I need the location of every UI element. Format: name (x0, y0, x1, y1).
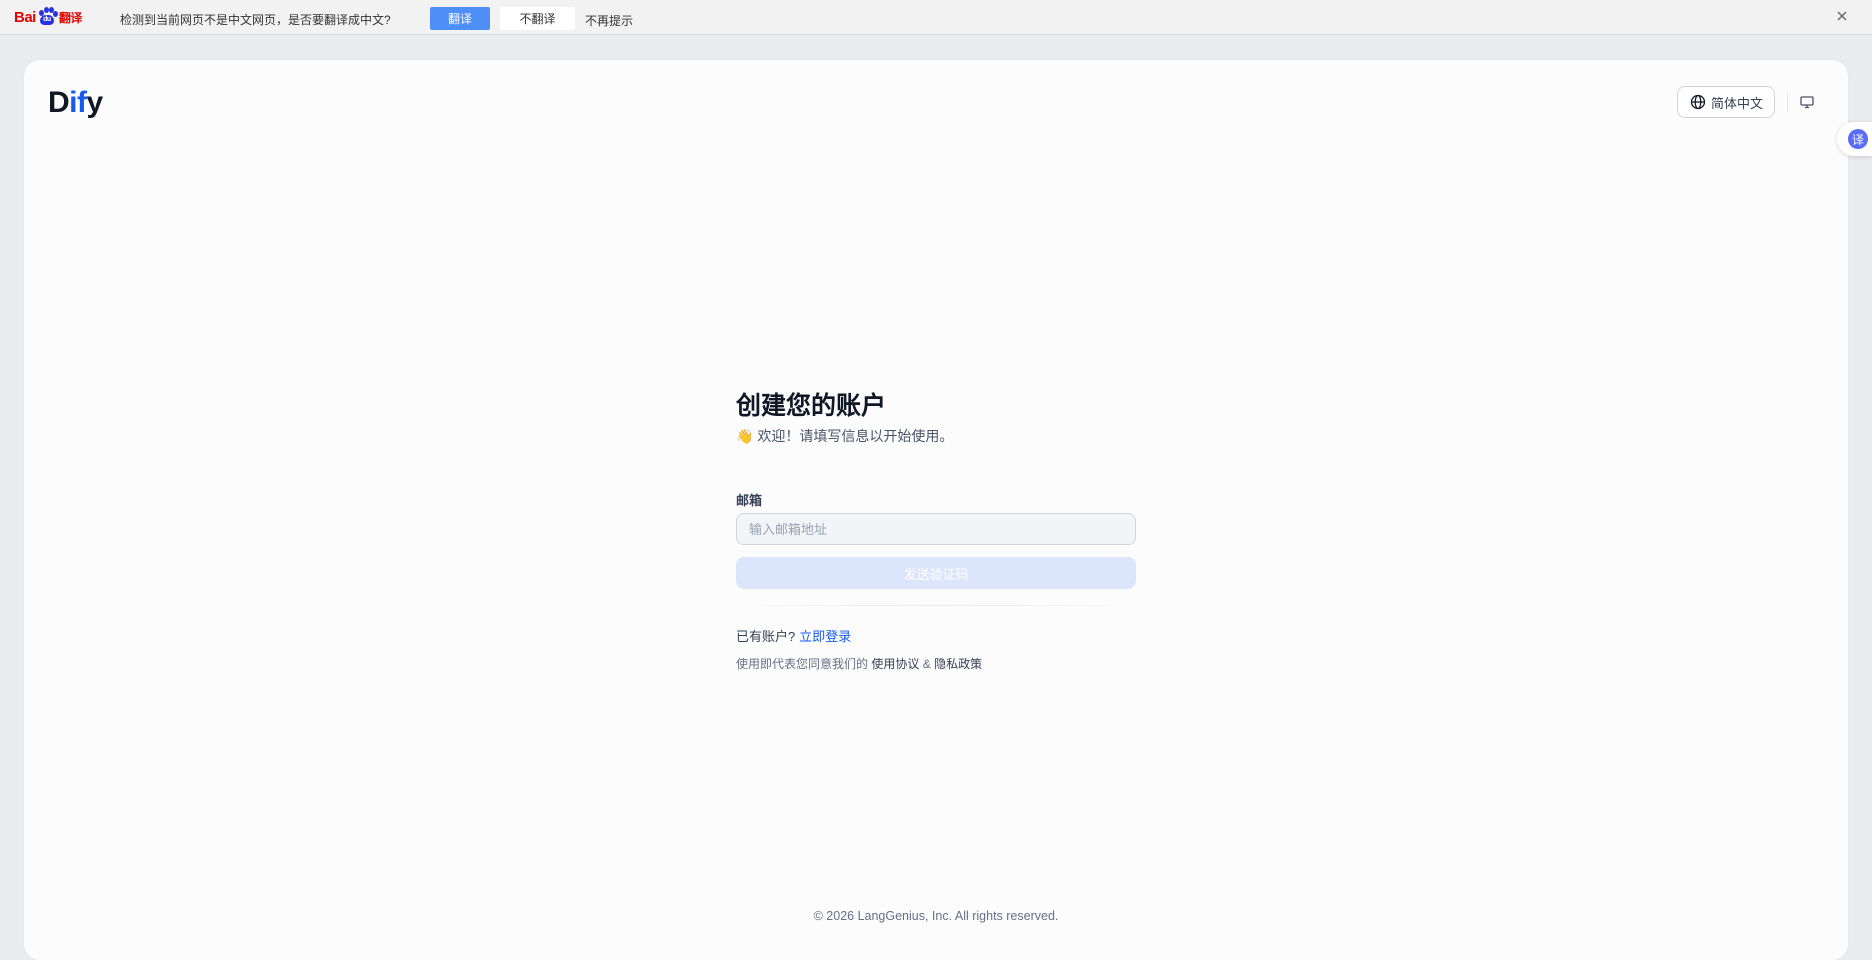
subtitle-text: 欢迎！请填写信息以开始使用。 (757, 428, 954, 444)
terms-notice: 使用即代表您同意我们的 使用协议 & 隐私政策 (736, 655, 982, 672)
monitor-icon[interactable] (1799, 94, 1815, 110)
logo-du-text: du (43, 16, 51, 23)
have-account-row: 已有账户? 立即登录 (736, 626, 851, 645)
page-title: 创建您的账户 (736, 392, 887, 420)
brand-if: if (69, 86, 87, 119)
have-account-text: 已有账户? (736, 629, 796, 644)
brand-y: y (86, 86, 104, 119)
logo-bai-text: Bai (14, 8, 36, 26)
brand-d: D (48, 86, 70, 119)
translate-side-widget[interactable]: 译 (1837, 122, 1872, 156)
main-card (24, 60, 1848, 960)
copyright-footer: © 2026 LangGenius, Inc. All rights reser… (813, 909, 1059, 923)
login-link[interactable]: 立即登录 (799, 629, 851, 644)
header-divider (1787, 92, 1788, 112)
form-divider (736, 605, 1136, 606)
terms-and: & (922, 657, 931, 671)
globe-icon (1690, 94, 1706, 110)
dify-logo: Dify (48, 86, 103, 120)
translate-icon: 译 (1848, 129, 1868, 149)
never-show-link[interactable]: 不再提示 (585, 12, 633, 29)
close-icon[interactable] (1834, 8, 1850, 24)
translate-button[interactable]: 翻译 (430, 7, 490, 30)
no-translate-button[interactable]: 不翻译 (500, 7, 575, 30)
baidu-paw-icon: du (37, 7, 58, 27)
language-selector[interactable]: 简体中文 (1677, 86, 1775, 118)
translate-bar: Bai du 翻译 检测到当前网页不是中文网页，是否要翻译成中文? 翻译 不翻译… (0, 0, 1872, 35)
email-input[interactable] (736, 513, 1136, 545)
baidu-translate-logo: Bai du 翻译 (14, 6, 82, 28)
terms-prefix: 使用即代表您同意我们的 (736, 657, 869, 671)
logo-fanyi-text: 翻译 (58, 10, 83, 25)
send-code-button[interactable]: 发送验证码 (736, 557, 1136, 589)
waving-hand-icon: 👋 (736, 427, 754, 444)
email-label: 邮箱 (736, 493, 763, 508)
privacy-policy-link[interactable]: 隐私政策 (934, 657, 982, 671)
translate-prompt-message: 检测到当前网页不是中文网页，是否要翻译成中文? (120, 13, 391, 27)
terms-of-service-link[interactable]: 使用协议 (871, 657, 919, 671)
page-subtitle: 👋 欢迎！请填写信息以开始使用。 (736, 426, 953, 446)
language-label: 简体中文 (1711, 95, 1764, 111)
